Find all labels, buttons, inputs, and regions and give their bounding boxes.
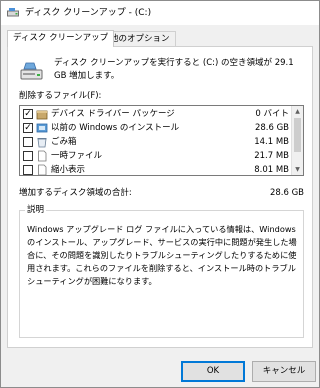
checkbox[interactable] bbox=[23, 165, 33, 175]
file-name: 縮小表示 bbox=[51, 165, 86, 175]
summary-text: ディスク クリーンアップを実行すると (C:) の空き領域が 29.1 GB 増… bbox=[54, 58, 294, 81]
recycle-bin-icon bbox=[36, 136, 48, 148]
total-space-row: 増加するディスク領域の合計: 28.6 GB bbox=[19, 187, 304, 199]
title-bar[interactable]: ディスク クリーンアップ - (C:) bbox=[1, 1, 319, 25]
file-size: 8.01 MB bbox=[254, 165, 289, 175]
file-size: 28.6 GB bbox=[254, 123, 289, 133]
file-name: 以前の Windows のインストール bbox=[51, 123, 180, 133]
total-space-value: 28.6 GB bbox=[269, 188, 304, 198]
checkbox[interactable] bbox=[23, 137, 33, 147]
checkbox[interactable]: ✓ bbox=[23, 109, 33, 119]
file-size: 21.7 MB bbox=[254, 151, 289, 161]
disk-cleanup-icon bbox=[7, 7, 19, 18]
description-text: Windows アップグレード ログ ファイルに入っている情報は、Windows… bbox=[27, 224, 297, 286]
scroll-up-icon[interactable]: ▲ bbox=[292, 106, 303, 117]
windows-install-icon bbox=[36, 122, 48, 134]
close-button[interactable] bbox=[293, 4, 311, 22]
list-item[interactable]: ごみ箱 14.1 MB bbox=[20, 135, 292, 149]
description-title: 説明 bbox=[25, 204, 47, 216]
list-item[interactable]: 縮小表示 8.01 MB bbox=[20, 163, 292, 175]
list-scrollbar[interactable]: ▲ ▼ bbox=[291, 106, 303, 175]
list-item[interactable]: 一時ファイル 21.7 MB bbox=[20, 149, 292, 163]
check-icon: ✓ bbox=[24, 109, 32, 119]
drive-icon bbox=[20, 61, 44, 83]
description-group: 説明 Windows アップグレード ログ ファイルに入っている情報は、Wind… bbox=[19, 204, 304, 338]
checkbox[interactable]: ✓ bbox=[23, 123, 33, 133]
scroll-thumb[interactable] bbox=[294, 118, 301, 152]
checkbox[interactable] bbox=[23, 151, 33, 161]
tab-disk-cleanup[interactable]: ディスク クリーンアップ bbox=[7, 30, 115, 47]
cancel-button[interactable]: キャンセル bbox=[252, 361, 316, 382]
disk-cleanup-window: ディスク クリーンアップ - (C:) ディスク クリーンアップ その他のオプシ… bbox=[0, 0, 320, 388]
window-title: ディスク クリーンアップ - (C:) bbox=[25, 8, 152, 18]
ok-button[interactable]: OK bbox=[181, 361, 245, 382]
total-space-label: 増加するディスク領域の合計: bbox=[19, 188, 132, 198]
scroll-down-icon[interactable]: ▼ bbox=[292, 164, 303, 175]
tab-panel: ディスク クリーンアップを実行すると (C:) の空き領域が 29.1 GB 増… bbox=[7, 46, 313, 348]
file-icon bbox=[36, 150, 48, 162]
list-item[interactable]: ✓ 以前の Windows のインストール 28.6 GB bbox=[20, 121, 292, 135]
file-list[interactable]: ✓ デバイス ドライバー パッケージ 0 バイト ✓ 以前の Windows の… bbox=[19, 105, 304, 176]
list-item[interactable]: ✓ デバイス ドライバー パッケージ 0 バイト bbox=[20, 107, 292, 121]
file-size: 0 バイト bbox=[255, 109, 289, 119]
file-name: デバイス ドライバー パッケージ bbox=[51, 109, 175, 119]
file-icon bbox=[36, 164, 48, 175]
file-size: 14.1 MB bbox=[254, 137, 289, 147]
file-name: 一時ファイル bbox=[51, 151, 103, 161]
package-icon bbox=[36, 108, 48, 120]
files-to-delete-label: 削除するファイル(F): bbox=[19, 91, 102, 101]
check-icon: ✓ bbox=[24, 123, 32, 133]
file-name: ごみ箱 bbox=[51, 137, 77, 147]
